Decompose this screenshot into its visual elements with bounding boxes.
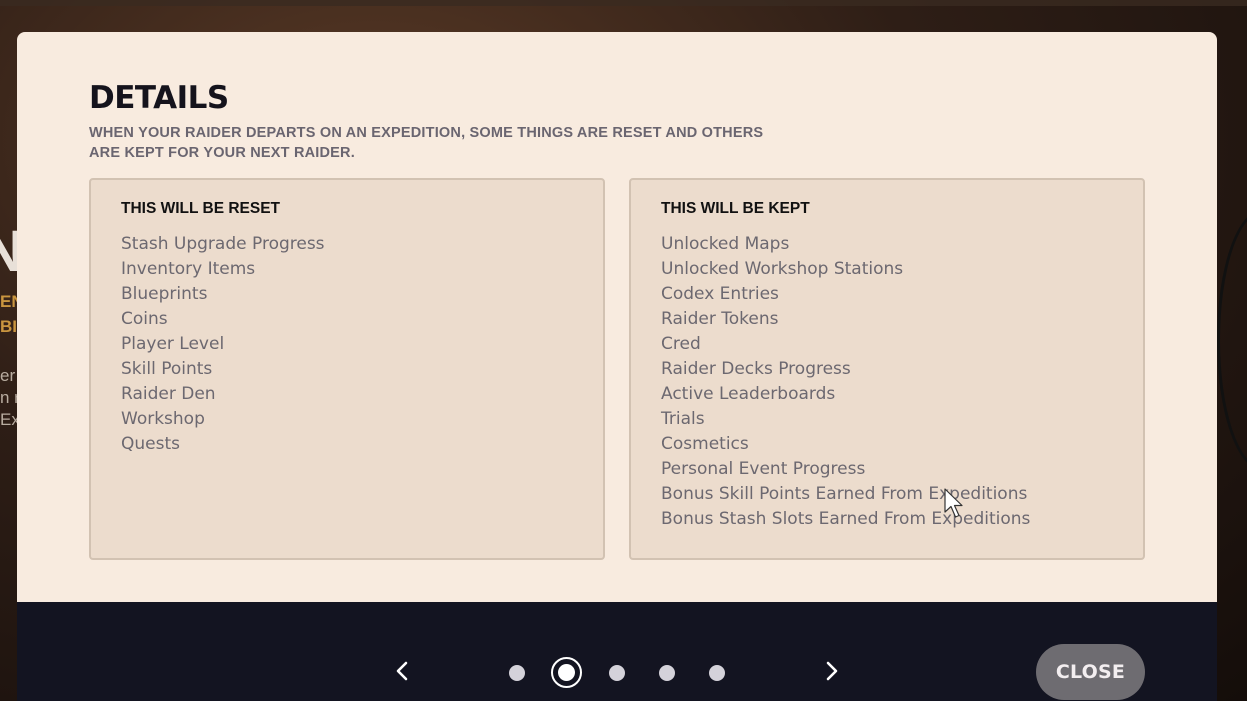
kept-list: Unlocked Maps Unlocked Workshop Stations… (661, 232, 1030, 532)
details-modal: DETAILS WHEN YOUR RAIDER DEPARTS ON AN E… (17, 32, 1217, 701)
close-button[interactable]: CLOSE (1036, 644, 1145, 700)
reset-item: Raider Den (121, 384, 216, 404)
page-dot-3[interactable] (609, 665, 625, 681)
reset-item: Skill Points (121, 359, 213, 379)
page-dot-5[interactable] (709, 665, 725, 681)
reset-panel-heading: THIS WILL BE RESET (121, 200, 281, 217)
background-ring (1217, 210, 1247, 470)
page-dot-2-active[interactable] (551, 657, 582, 688)
reset-item: Blueprints (121, 284, 208, 304)
kept-panel-heading: THIS WILL BE KEPT (661, 200, 810, 217)
kept-item: Cosmetics (661, 434, 749, 454)
reset-panel: THIS WILL BE RESET Stash Upgrade Progres… (89, 178, 605, 560)
page-dot-4[interactable] (659, 665, 675, 681)
kept-panel: THIS WILL BE KEPT Unlocked Maps Unlocked… (629, 178, 1145, 560)
mouse-cursor-icon (944, 488, 963, 518)
kept-item: Trials (661, 409, 705, 429)
modal-footer: CLOSE (17, 602, 1217, 701)
reset-item: Coins (121, 309, 168, 329)
kept-item: Raider Decks Progress (661, 359, 851, 379)
kept-item: Cred (661, 334, 701, 354)
kept-item: Codex Entries (661, 284, 779, 304)
kept-item: Raider Tokens (661, 309, 779, 329)
kept-item: Active Leaderboards (661, 384, 836, 404)
chevron-right-icon (826, 661, 838, 681)
page-dot-1[interactable] (509, 665, 525, 681)
reset-item: Inventory Items (121, 259, 256, 279)
kept-item: Personal Event Progress (661, 459, 866, 479)
reset-list: Stash Upgrade Progress Inventory Items B… (121, 232, 325, 457)
kept-item: Bonus Stash Slots Earned From Expedition… (661, 509, 1031, 529)
chevron-left-icon (396, 661, 408, 681)
modal-title: DETAILS (89, 80, 229, 116)
reset-item: Player Level (121, 334, 225, 354)
previous-page-button[interactable] (391, 658, 413, 684)
reset-item: Stash Upgrade Progress (121, 234, 325, 254)
kept-item: Unlocked Workshop Stations (661, 259, 904, 279)
next-page-button[interactable] (821, 658, 843, 684)
reset-item: Workshop (121, 409, 205, 429)
background-text: er (0, 366, 16, 385)
modal-body: DETAILS WHEN YOUR RAIDER DEPARTS ON AN E… (17, 32, 1217, 602)
kept-item: Unlocked Maps (661, 234, 790, 254)
modal-subtitle: WHEN YOUR RAIDER DEPARTS ON AN EXPEDITIO… (89, 125, 764, 161)
reset-item: Quests (121, 434, 180, 454)
kept-item: Bonus Skill Points Earned From Expeditio… (661, 484, 1028, 504)
background-text: BI (0, 317, 17, 336)
